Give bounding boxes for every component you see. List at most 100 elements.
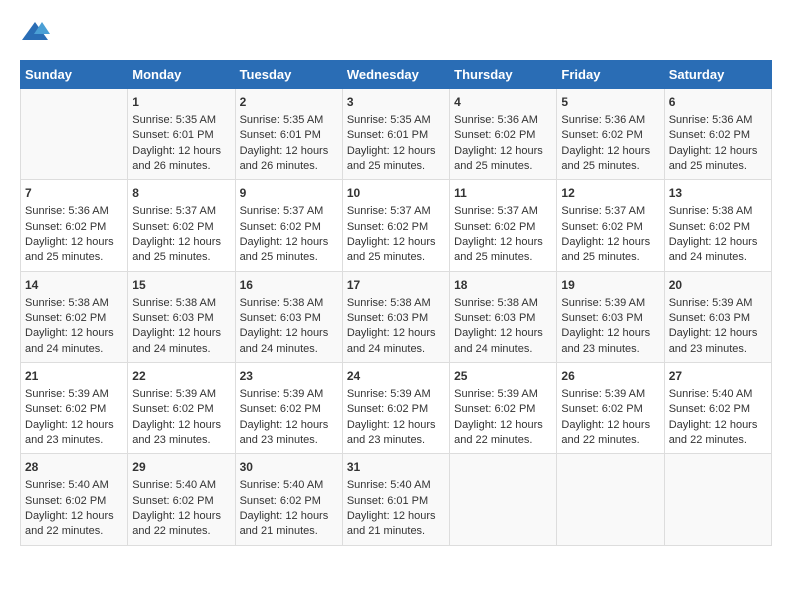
weekday-header-friday: Friday [557,61,664,89]
cell-text: Sunrise: 5:38 AM [132,296,230,311]
cell-text: Sunrise: 5:39 AM [454,387,552,402]
day-number: 3 [347,94,445,111]
calendar-cell: 12Sunrise: 5:37 AMSunset: 6:02 PMDayligh… [557,180,664,271]
calendar-cell: 8Sunrise: 5:37 AMSunset: 6:02 PMDaylight… [128,180,235,271]
cell-text: Sunset: 6:02 PM [669,402,767,417]
day-number: 9 [240,185,338,202]
cell-text: Sunrise: 5:40 AM [669,387,767,402]
calendar-body: 1Sunrise: 5:35 AMSunset: 6:01 PMDaylight… [21,89,772,546]
logo [20,20,54,44]
cell-text: Sunset: 6:02 PM [132,402,230,417]
day-number: 10 [347,185,445,202]
cell-text: Sunrise: 5:38 AM [454,296,552,311]
calendar-cell: 9Sunrise: 5:37 AMSunset: 6:02 PMDaylight… [235,180,342,271]
calendar-cell: 7Sunrise: 5:36 AMSunset: 6:02 PMDaylight… [21,180,128,271]
day-number: 29 [132,459,230,476]
weekday-header-monday: Monday [128,61,235,89]
cell-text: Sunset: 6:02 PM [454,128,552,143]
calendar-cell [557,454,664,545]
cell-text: and 26 minutes. [240,159,338,174]
cell-text: Sunset: 6:02 PM [25,402,123,417]
day-number: 19 [561,277,659,294]
calendar-cell: 21Sunrise: 5:39 AMSunset: 6:02 PMDayligh… [21,363,128,454]
cell-text: Sunrise: 5:39 AM [347,387,445,402]
cell-text: Daylight: 12 hours [561,326,659,341]
day-number: 21 [25,368,123,385]
cell-text: and 26 minutes. [132,159,230,174]
cell-text: and 24 minutes. [454,342,552,357]
cell-text: and 25 minutes. [347,250,445,265]
cell-text: Sunset: 6:02 PM [669,220,767,235]
cell-text: Sunset: 6:02 PM [669,128,767,143]
logo-icon [20,20,50,44]
calendar-cell: 31Sunrise: 5:40 AMSunset: 6:01 PMDayligh… [342,454,449,545]
cell-text: and 22 minutes. [25,524,123,539]
cell-text: Sunrise: 5:40 AM [132,478,230,493]
cell-text: Daylight: 12 hours [454,418,552,433]
calendar-cell: 6Sunrise: 5:36 AMSunset: 6:02 PMDaylight… [664,89,771,180]
cell-text: Sunset: 6:03 PM [561,311,659,326]
cell-text: Sunset: 6:01 PM [347,494,445,509]
cell-text: and 24 minutes. [132,342,230,357]
day-number: 7 [25,185,123,202]
day-number: 31 [347,459,445,476]
cell-text: Sunrise: 5:37 AM [132,204,230,219]
cell-text: and 25 minutes. [132,250,230,265]
cell-text: Sunset: 6:03 PM [240,311,338,326]
weekday-header-wednesday: Wednesday [342,61,449,89]
cell-text: Sunset: 6:02 PM [240,402,338,417]
cell-text: Sunrise: 5:36 AM [669,113,767,128]
day-number: 18 [454,277,552,294]
day-number: 13 [669,185,767,202]
cell-text: Sunrise: 5:40 AM [25,478,123,493]
weekday-header-saturday: Saturday [664,61,771,89]
day-number: 30 [240,459,338,476]
cell-text: Sunset: 6:02 PM [132,494,230,509]
cell-text: and 22 minutes. [132,524,230,539]
day-number: 26 [561,368,659,385]
cell-text: Sunset: 6:02 PM [240,220,338,235]
cell-text: Sunrise: 5:36 AM [454,113,552,128]
cell-text: and 22 minutes. [669,433,767,448]
cell-text: Daylight: 12 hours [347,418,445,433]
calendar-cell: 14Sunrise: 5:38 AMSunset: 6:02 PMDayligh… [21,271,128,362]
cell-text: Sunrise: 5:39 AM [132,387,230,402]
cell-text: and 25 minutes. [25,250,123,265]
cell-text: Daylight: 12 hours [454,235,552,250]
cell-text: and 23 minutes. [561,342,659,357]
cell-text: Daylight: 12 hours [669,418,767,433]
day-number: 12 [561,185,659,202]
cell-text: Daylight: 12 hours [669,144,767,159]
page-header [20,20,772,44]
cell-text: and 25 minutes. [454,159,552,174]
cell-text: and 23 minutes. [132,433,230,448]
weekday-header-thursday: Thursday [450,61,557,89]
cell-text: Sunrise: 5:37 AM [454,204,552,219]
day-number: 16 [240,277,338,294]
calendar-cell: 10Sunrise: 5:37 AMSunset: 6:02 PMDayligh… [342,180,449,271]
calendar-cell [664,454,771,545]
calendar-cell: 23Sunrise: 5:39 AMSunset: 6:02 PMDayligh… [235,363,342,454]
calendar-cell: 29Sunrise: 5:40 AMSunset: 6:02 PMDayligh… [128,454,235,545]
week-row-1: 1Sunrise: 5:35 AMSunset: 6:01 PMDaylight… [21,89,772,180]
cell-text: Sunrise: 5:36 AM [561,113,659,128]
cell-text: and 25 minutes. [561,250,659,265]
cell-text: Sunrise: 5:35 AM [132,113,230,128]
cell-text: Sunset: 6:02 PM [347,220,445,235]
cell-text: Sunset: 6:02 PM [25,311,123,326]
day-number: 17 [347,277,445,294]
cell-text: and 24 minutes. [25,342,123,357]
week-row-5: 28Sunrise: 5:40 AMSunset: 6:02 PMDayligh… [21,454,772,545]
cell-text: Daylight: 12 hours [25,509,123,524]
cell-text: Sunset: 6:02 PM [561,220,659,235]
cell-text: Daylight: 12 hours [240,235,338,250]
cell-text: Daylight: 12 hours [25,235,123,250]
cell-text: Sunset: 6:02 PM [25,494,123,509]
cell-text: and 24 minutes. [240,342,338,357]
cell-text: Sunset: 6:02 PM [25,220,123,235]
calendar-table: SundayMondayTuesdayWednesdayThursdayFrid… [20,60,772,546]
cell-text: Daylight: 12 hours [132,326,230,341]
cell-text: Daylight: 12 hours [240,326,338,341]
calendar-cell: 18Sunrise: 5:38 AMSunset: 6:03 PMDayligh… [450,271,557,362]
day-number: 27 [669,368,767,385]
